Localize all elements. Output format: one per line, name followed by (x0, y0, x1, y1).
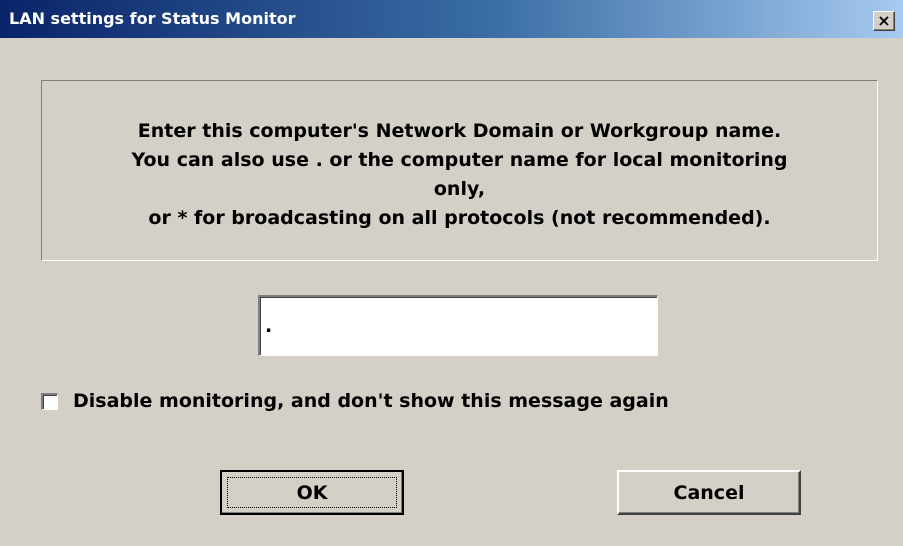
close-icon: × (877, 11, 891, 30)
message-panel: Enter this computer's Network Domain or … (41, 80, 878, 261)
instruction-text: Enter this computer's Network Domain or … (42, 117, 877, 233)
instruction-line: or * for broadcasting on all protocols (… (148, 207, 771, 229)
instruction-line: You can also use . or the computer name … (131, 149, 788, 171)
domain-workgroup-input[interactable] (258, 295, 658, 356)
ok-button-label: OK (296, 481, 328, 504)
lan-settings-dialog: LAN settings for Status Monitor × Enter … (0, 0, 903, 546)
disable-monitoring-label[interactable]: Disable monitoring, and don't show this … (73, 390, 669, 412)
close-button[interactable]: × (873, 11, 895, 31)
cancel-button-label: Cancel (673, 481, 745, 504)
disable-monitoring-checkbox[interactable] (41, 392, 58, 410)
instruction-line: only, (433, 178, 486, 200)
window-title: LAN settings for Status Monitor (9, 9, 296, 28)
ok-button[interactable]: OK (220, 470, 404, 515)
disable-monitoring-option[interactable]: Disable monitoring, and don't show this … (41, 388, 669, 414)
instruction-line: Enter this computer's Network Domain or … (137, 120, 782, 142)
title-bar[interactable]: LAN settings for Status Monitor × (0, 0, 903, 38)
cancel-button[interactable]: Cancel (617, 470, 801, 515)
